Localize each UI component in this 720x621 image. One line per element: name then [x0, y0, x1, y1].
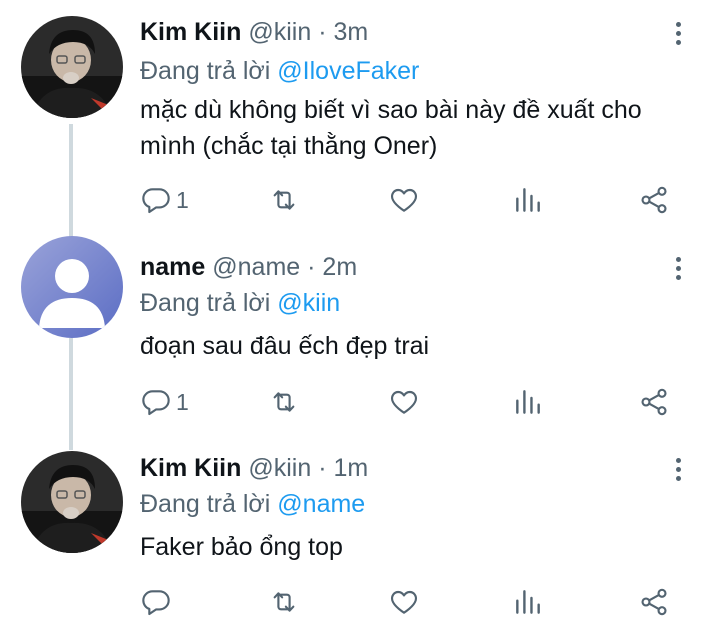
replying-to: Đang trả lời @kiin: [140, 288, 340, 318]
handle[interactable]: @name: [212, 253, 300, 281]
like-icon: [390, 590, 418, 614]
retweet-button[interactable]: [268, 584, 300, 620]
retweet-button[interactable]: [268, 384, 300, 420]
action-bar: [140, 584, 680, 620]
like-button[interactable]: [388, 182, 420, 218]
separator: ·: [318, 454, 327, 482]
share-button[interactable]: [638, 384, 670, 420]
avatar[interactable]: [21, 16, 123, 118]
reply-icon: [142, 390, 170, 416]
display-name[interactable]: Kim Kiin: [140, 454, 241, 482]
replying-to: Đang trả lời @name: [140, 489, 365, 519]
reply-icon: [142, 188, 170, 214]
replying-to-label: Đang trả lời: [140, 289, 271, 317]
reply-button[interactable]: 1: [140, 182, 189, 218]
share-icon: [641, 588, 667, 616]
more-icon[interactable]: [664, 250, 692, 286]
tweet-header: name @name · 2m: [140, 252, 357, 282]
reply-count: 1: [176, 388, 189, 415]
separator: ·: [307, 253, 316, 281]
display-name[interactable]: name: [140, 253, 205, 281]
retweet-button[interactable]: [268, 182, 300, 218]
avatar-photo: [21, 16, 123, 118]
stats-icon: [516, 590, 540, 614]
retweet-icon: [273, 190, 295, 210]
like-icon: [390, 188, 418, 212]
handle[interactable]: @kiin: [248, 18, 311, 46]
replying-to-label: Đang trả lời: [140, 490, 271, 518]
thread-line: [69, 124, 73, 246]
reply-button[interactable]: [140, 584, 176, 620]
like-button[interactable]: [388, 384, 420, 420]
display-name[interactable]: Kim Kiin: [140, 18, 241, 46]
mention-link[interactable]: @name: [277, 490, 365, 518]
share-button[interactable]: [638, 584, 670, 620]
reply-button[interactable]: 1: [140, 384, 189, 420]
timestamp[interactable]: 1m: [333, 454, 368, 482]
tweet-text: đoạn sau đâu ếch đẹp trai: [140, 332, 430, 360]
mention-link[interactable]: @kiin: [277, 289, 340, 317]
like-button[interactable]: [388, 584, 420, 620]
stats-icon: [516, 390, 540, 414]
stats-button[interactable]: [512, 182, 544, 218]
stats-button[interactable]: [512, 384, 544, 420]
handle[interactable]: @kiin: [248, 454, 311, 482]
avatar[interactable]: [21, 236, 123, 338]
avatar[interactable]: [21, 451, 123, 553]
thread-line: [69, 338, 73, 450]
stats-icon: [516, 188, 540, 212]
tweet-header: Kim Kiin @kiin · 3m: [140, 17, 368, 47]
tweet-text: mặc dù không biết vì sao bài này đề xuất…: [140, 96, 642, 160]
share-icon: [641, 186, 667, 214]
retweet-icon: [273, 592, 295, 612]
timestamp[interactable]: 3m: [333, 18, 368, 46]
like-icon: [390, 390, 418, 414]
avatar-photo: [21, 451, 123, 553]
separator: ·: [318, 18, 327, 46]
stats-button[interactable]: [512, 584, 544, 620]
action-bar: 1: [140, 182, 680, 218]
retweet-icon: [273, 392, 295, 412]
mention-link[interactable]: @IloveFaker: [277, 57, 419, 85]
share-icon: [641, 388, 667, 416]
reply-icon: [142, 590, 170, 616]
reply-count: 1: [176, 186, 189, 213]
share-button[interactable]: [638, 182, 670, 218]
more-icon[interactable]: [664, 15, 692, 51]
action-bar: 1: [140, 384, 680, 420]
replying-to: Đang trả lời @IloveFaker: [140, 56, 419, 86]
default-avatar-icon: [21, 236, 123, 338]
tweet-header: Kim Kiin @kiin · 1m: [140, 453, 368, 483]
tweet-text: Faker bảo ổng top: [140, 533, 343, 561]
timestamp[interactable]: 2m: [322, 253, 357, 281]
more-icon[interactable]: [664, 451, 692, 487]
replying-to-label: Đang trả lời: [140, 57, 271, 85]
